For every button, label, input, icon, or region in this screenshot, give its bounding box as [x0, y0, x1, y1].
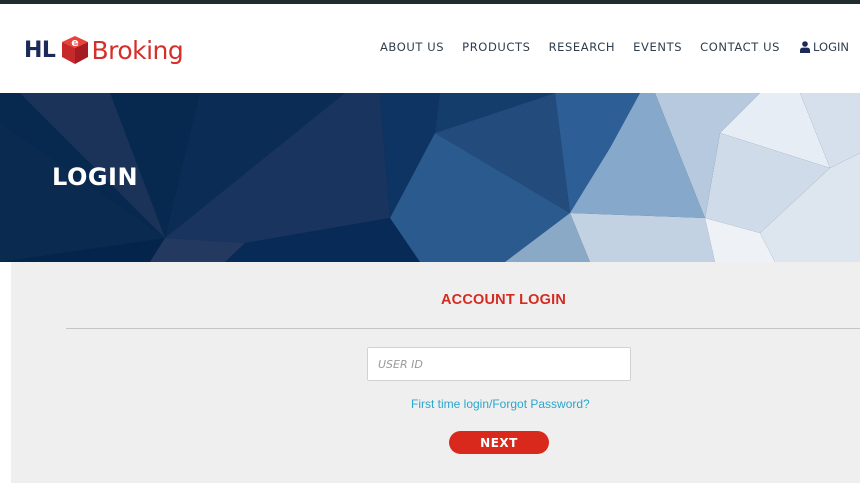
- account-login-heading: ACCOUNT LOGIN: [441, 292, 567, 308]
- logo-cube-letter: e: [72, 36, 79, 49]
- section-divider: [66, 328, 860, 329]
- forgot-password-link[interactable]: First time login/Forgot Password?: [411, 397, 590, 411]
- login-panel: ACCOUNT LOGIN First time login/Forgot Pa…: [11, 262, 860, 483]
- logo-broking-text: Broking: [91, 35, 184, 65]
- nav-events[interactable]: EVENTS: [633, 40, 682, 54]
- nav-login[interactable]: LOGIN: [800, 40, 849, 54]
- next-button[interactable]: NEXT: [449, 431, 549, 454]
- hl-ebroking-logo[interactable]: HL e Broking: [24, 30, 184, 70]
- logo-hl-text: HL: [24, 37, 56, 63]
- page-banner: LOGIN: [0, 93, 860, 262]
- nav-contact-us[interactable]: CONTACT US: [700, 40, 780, 54]
- nav-login-label: LOGIN: [813, 40, 849, 54]
- main-nav: ABOUT US PRODUCTS RESEARCH EVENTS CONTAC…: [362, 40, 849, 54]
- logo-cube-icon: e: [62, 36, 89, 64]
- site-header: HL e Broking ABOUT US PRODUCTS RESEARCH …: [0, 4, 860, 93]
- user-icon: [800, 41, 811, 53]
- nav-products[interactable]: PRODUCTS: [462, 40, 530, 54]
- user-id-input[interactable]: [367, 347, 631, 381]
- nav-about-us[interactable]: ABOUT US: [380, 40, 444, 54]
- nav-research[interactable]: RESEARCH: [549, 40, 616, 54]
- page-title: LOGIN: [52, 163, 139, 191]
